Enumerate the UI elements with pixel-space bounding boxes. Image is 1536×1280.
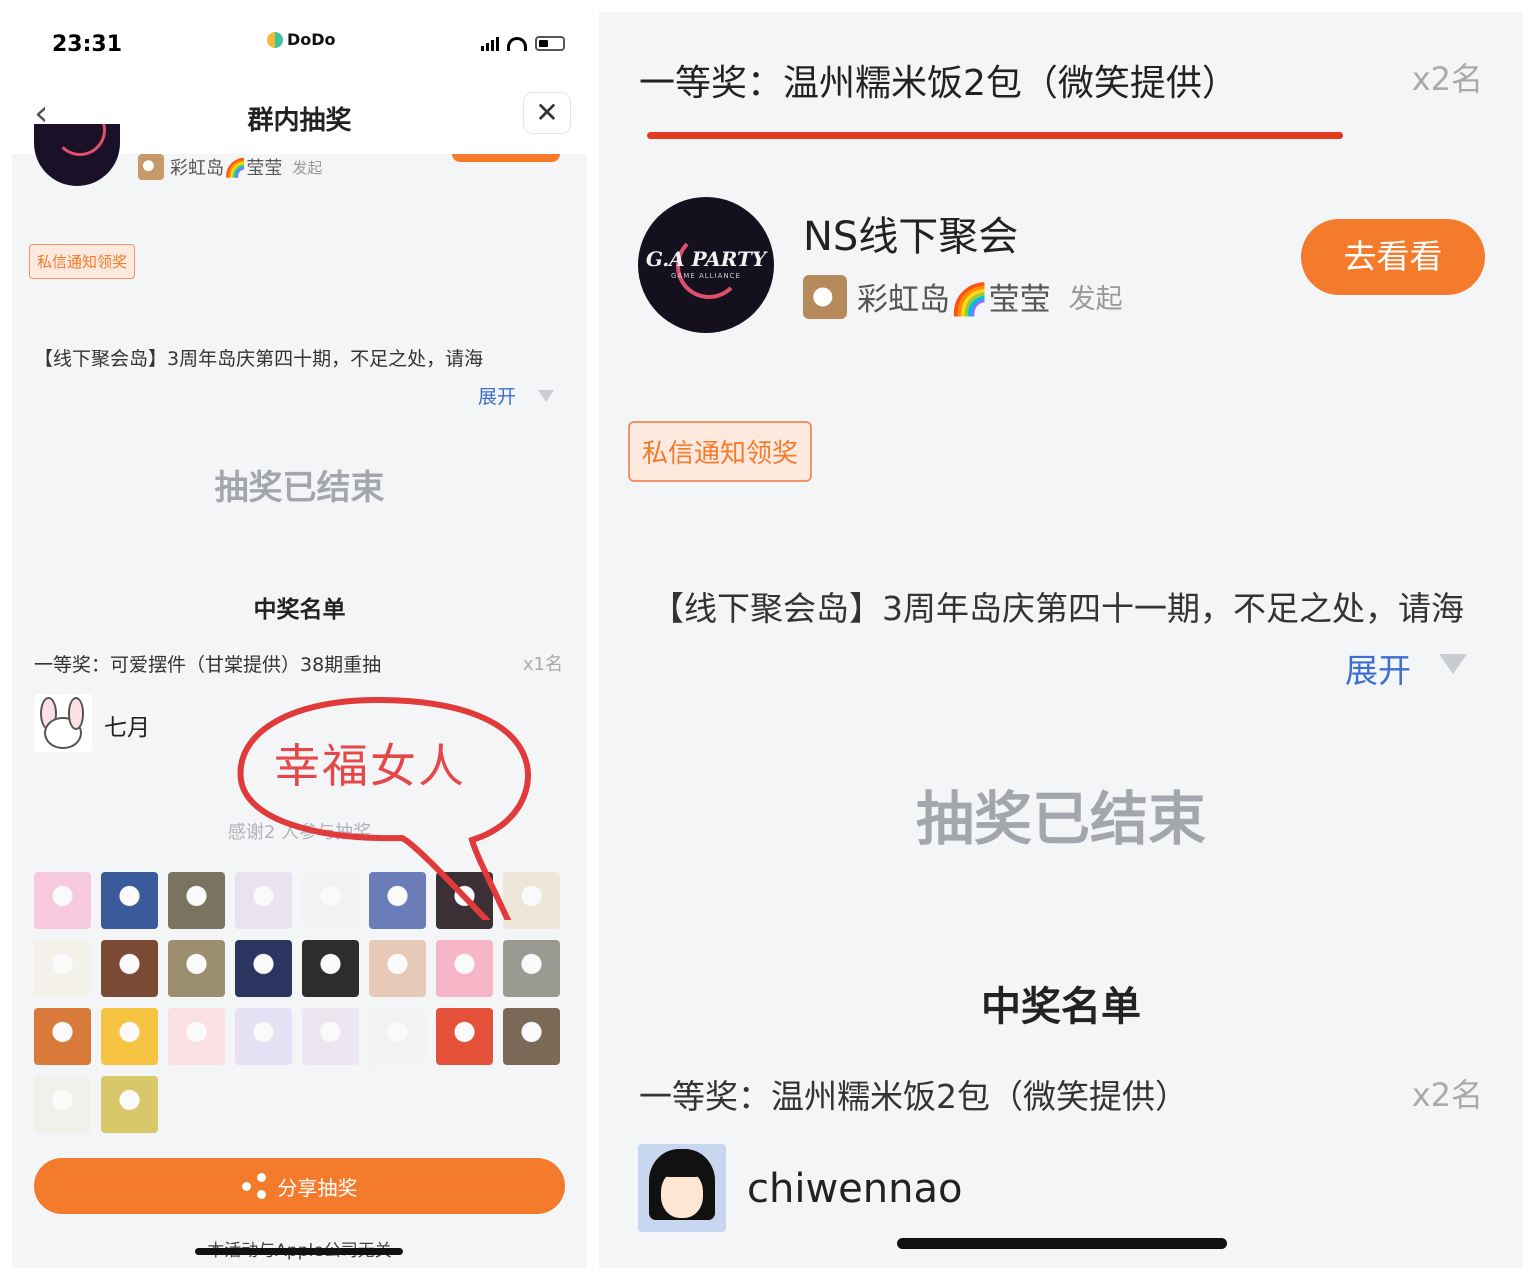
expand-link[interactable]: 展开: [478, 382, 516, 409]
screenshot-composite: 23:31 DoDo ‹ 群内抽奖 ✕ 彩虹岛🌈莹莹 发起 私信通知领奖 【线下…: [0, 0, 1536, 1280]
brand-name: DoDo: [287, 30, 336, 49]
winner-name[interactable]: 七月: [104, 708, 150, 742]
wifi-icon: [507, 36, 527, 51]
participant-avatar[interactable]: [436, 1008, 493, 1065]
prize-label: 一等奖：温州糯米饭2包（微笑提供）: [639, 1077, 1188, 1116]
host-avatar: [138, 154, 164, 180]
system-icons: [481, 36, 565, 51]
participant-avatar[interactable]: [101, 1008, 158, 1065]
winner-name[interactable]: chiwennao: [747, 1166, 962, 1212]
winner-avatar[interactable]: [34, 694, 92, 752]
battery-icon: [535, 36, 565, 51]
lottery-info-card: 私信通知领奖 【线下聚会岛】3周年岛庆第四十一期，不足之处，请海 展开 抽奖已结…: [599, 392, 1523, 922]
participant-avatar[interactable]: [503, 1008, 560, 1065]
participant-avatar[interactable]: [34, 1076, 91, 1133]
participant-avatar[interactable]: [101, 940, 158, 997]
event-avatar[interactable]: [34, 124, 120, 186]
dm-notify-badge: 私信通知领奖: [29, 244, 136, 279]
app-brand: DoDo: [267, 30, 336, 49]
red-underline-annotation: [647, 132, 1343, 139]
participant-avatar[interactable]: [168, 940, 225, 997]
prize-count: x1名: [522, 654, 563, 675]
host-name: 彩虹岛🌈莹莹: [170, 158, 283, 179]
chevron-down-icon[interactable]: [538, 390, 554, 402]
participant-avatar[interactable]: [235, 940, 292, 997]
lottery-ended-status: 抽奖已结束: [214, 468, 385, 508]
home-indicator: [897, 1238, 1227, 1249]
participant-avatar[interactable]: [302, 940, 359, 997]
winner-list: 中奖名单 一等奖：温州糯米饭2包（微笑提供） x2名 chiwennao: [599, 942, 1523, 1268]
participant-avatar[interactable]: [503, 940, 560, 997]
prize-label: 一等奖：可爱摆件（甘棠提供）38期重抽: [34, 654, 382, 676]
host-line: 彩虹岛🌈莹莹 发起: [803, 274, 1123, 319]
status-bar: 23:31 DoDo: [12, 0, 587, 80]
winner-list-title: 中奖名单: [981, 984, 1141, 1030]
participant-avatar[interactable]: [302, 1008, 359, 1065]
status-time: 23:31: [52, 32, 123, 57]
host-name: 彩虹岛🌈莹莹: [857, 282, 1051, 318]
dodo-logo-icon: [267, 31, 283, 48]
share-label: 分享抽奖: [277, 1175, 358, 1200]
event-logo[interactable]: G.A PARTY GAME ALLIANCE: [638, 197, 774, 333]
participant-avatar[interactable]: [34, 1008, 91, 1065]
participant-avatar[interactable]: [34, 940, 91, 997]
participant-avatar[interactable]: [168, 872, 225, 929]
participant-avatar[interactable]: [101, 872, 158, 929]
lottery-ended-status: 抽奖已结束: [915, 785, 1206, 853]
share-icon: [241, 1173, 268, 1199]
event-card: G.A PARTY GAME ALLIANCE NS线下聚会 彩虹岛🌈莹莹 发起…: [599, 164, 1523, 379]
lottery-description: 【线下聚会岛】3周年岛庆第四十一期，不足之处，请海: [651, 589, 1464, 628]
header-prize-count: x2名: [1411, 60, 1483, 98]
host-avatar: [803, 274, 847, 319]
annotation-text: 幸福女人: [274, 739, 466, 793]
participant-avatar[interactable]: [235, 1008, 292, 1065]
logo-text: G.A PARTY: [645, 247, 767, 271]
logo-subtext: GAME ALLIANCE: [671, 272, 741, 280]
host-line: 彩虹岛🌈莹莹 发起: [138, 154, 322, 180]
participant-avatar[interactable]: [369, 1008, 426, 1065]
initiated-label: 发起: [1068, 284, 1123, 315]
lottery-description: 【线下聚会岛】3周年岛庆第四十期，不足之处，请海: [34, 348, 484, 370]
speech-bubble-annotation: [237, 696, 531, 920]
winner-list-title: 中奖名单: [253, 597, 346, 623]
event-name: NS线下聚会: [803, 214, 1019, 260]
share-lottery-button[interactable]: 分享抽奖: [34, 1158, 565, 1214]
left-phone-screen: 23:31 DoDo ‹ 群内抽奖 ✕ 彩虹岛🌈莹莹 发起 私信通知领奖 【线下…: [12, 0, 587, 1268]
chevron-down-icon[interactable]: [1439, 654, 1467, 674]
signal-icon: [481, 36, 499, 51]
close-button[interactable]: ✕: [523, 92, 571, 134]
header-prize-label: 一等奖：温州糯米饭2包（微笑提供）: [639, 63, 1238, 104]
home-indicator: [195, 1248, 403, 1255]
participant-avatar[interactable]: [168, 1008, 225, 1065]
right-phone-screen: 一等奖：温州糯米饭2包（微笑提供） x2名 G.A PARTY GAME ALL…: [599, 12, 1523, 1268]
participant-avatar[interactable]: [101, 1076, 158, 1133]
prize-header: 一等奖：温州糯米饭2包（微笑提供） x2名: [599, 12, 1523, 152]
participant-avatar[interactable]: [436, 940, 493, 997]
expand-link[interactable]: 展开: [1345, 644, 1411, 692]
go-see-button-partial[interactable]: [452, 154, 560, 162]
winner-avatar[interactable]: [638, 1144, 726, 1232]
initiated-label: 发起: [292, 158, 323, 177]
participant-avatar[interactable]: [34, 872, 91, 929]
dm-notify-badge: 私信通知领奖: [628, 421, 813, 482]
lottery-info-card: 彩虹岛🌈莹莹 发起 私信通知领奖 【线下聚会岛】3周年岛庆第四十期，不足之处，请…: [12, 124, 587, 549]
participant-avatar[interactable]: [369, 940, 426, 997]
prize-count: x2名: [1411, 1076, 1483, 1114]
go-see-button[interactable]: 去看看: [1301, 219, 1485, 295]
